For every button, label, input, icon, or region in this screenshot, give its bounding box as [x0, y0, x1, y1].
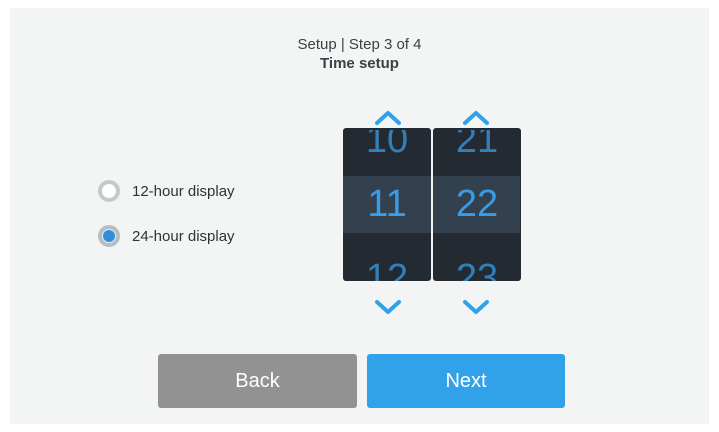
next-button[interactable]: Next: [367, 354, 565, 408]
minutes-up-chevron-icon[interactable]: [459, 108, 493, 128]
minutes-down-chevron-icon[interactable]: [459, 297, 493, 317]
radio-24-hour-label: 24-hour display: [132, 227, 235, 245]
radio-12-hour-label: 12-hour display: [132, 182, 235, 200]
page-title: Time setup: [320, 55, 399, 72]
hours-up-chevron-icon[interactable]: [371, 108, 405, 128]
radio-12-hour[interactable]: 12-hour display: [98, 180, 235, 202]
radio-24-hour[interactable]: 24-hour display: [98, 225, 235, 247]
minutes-next-value: 23: [455, 257, 499, 281]
radio-selected-dot: [103, 230, 115, 242]
hours-next-value: 12: [365, 257, 409, 281]
hours-current-value: 11: [367, 183, 407, 225]
step-indicator: Setup | Step 3 of 4: [297, 36, 422, 53]
hours-down-chevron-icon[interactable]: [371, 297, 405, 317]
minutes-current-value: 22: [455, 183, 499, 225]
radio-12-hour-indicator[interactable]: [98, 180, 120, 202]
header: Setup | Step 3 of 4 Time setup: [10, 36, 709, 74]
radio-24-hour-indicator[interactable]: [98, 225, 120, 247]
hours-prev-value: 10: [365, 130, 409, 160]
minutes-prev-value: 21: [455, 130, 499, 160]
back-button[interactable]: Back: [158, 354, 357, 408]
